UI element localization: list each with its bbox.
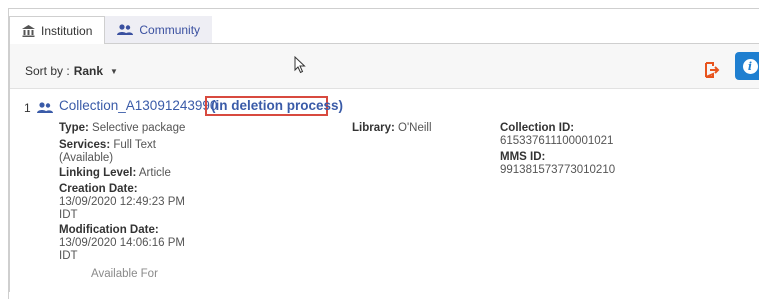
deletion-status: (in deletion process) bbox=[211, 98, 344, 113]
creation-value-2: IDT bbox=[59, 209, 78, 221]
tab-institution-label: Institution bbox=[41, 23, 93, 38]
services-label: Services: bbox=[59, 139, 111, 151]
tab-institution[interactable]: Institution bbox=[9, 16, 106, 44]
export-icon[interactable] bbox=[703, 61, 721, 79]
modification-label: Modification Date: bbox=[59, 224, 159, 236]
results-toolbar bbox=[10, 44, 759, 89]
modification-value-2: IDT bbox=[59, 250, 78, 262]
services-value-1: Full Text bbox=[113, 139, 156, 151]
creation-date-field: Creation Date: 13/09/2020 12:49:23 PM ID… bbox=[59, 183, 185, 222]
type-value: Selective package bbox=[92, 122, 186, 134]
linking-value: Article bbox=[138, 167, 171, 179]
mms-id-field: MMS ID: 991381573773010210 bbox=[500, 151, 615, 177]
info-icon: i bbox=[742, 58, 758, 74]
community-collection-icon bbox=[37, 102, 53, 113]
tab-community-label: Community bbox=[139, 23, 201, 37]
services-value-2: (Available) bbox=[59, 152, 114, 164]
services-field: Services: Full Text (Available) bbox=[59, 139, 156, 165]
collection-id-field: Collection ID: 615337611100001021 bbox=[500, 122, 613, 148]
tab-bar: Institution Community bbox=[9, 16, 213, 44]
type-field: Type: Selective package bbox=[59, 122, 185, 135]
info-button[interactable]: i bbox=[735, 52, 759, 80]
mouse-cursor-icon bbox=[294, 56, 306, 74]
modification-date-field: Modification Date: 13/09/2020 14:06:16 P… bbox=[59, 224, 185, 263]
institution-icon bbox=[22, 24, 35, 37]
available-for-label: Available For bbox=[91, 268, 158, 280]
sort-dropdown[interactable]: Sort by : Rank ▼ bbox=[25, 64, 118, 78]
library-value: O'Neill bbox=[398, 122, 432, 134]
linking-field: Linking Level: Article bbox=[59, 167, 171, 180]
modification-value-1: 13/09/2020 14:06:16 PM bbox=[59, 237, 185, 249]
creation-label: Creation Date: bbox=[59, 183, 138, 195]
mms-id-value: 991381573773010210 bbox=[500, 164, 616, 176]
caret-down-icon: ▼ bbox=[110, 66, 118, 76]
type-label: Type: bbox=[59, 122, 89, 134]
collection-id-value: 615337611100001021 bbox=[500, 135, 614, 147]
library-field: Library: O'Neill bbox=[352, 122, 432, 135]
library-label: Library: bbox=[352, 122, 395, 134]
tab-community[interactable]: Community bbox=[105, 16, 213, 44]
linking-label: Linking Level: bbox=[59, 167, 137, 179]
sort-prefix: Sort by : bbox=[25, 64, 70, 78]
collection-id-label: Collection ID: bbox=[500, 122, 575, 134]
collection-title-link[interactable]: Collection_A13091243990 bbox=[59, 98, 217, 113]
users-icon bbox=[117, 24, 134, 35]
mms-id-label: MMS ID: bbox=[500, 151, 546, 163]
result-number: 1 bbox=[24, 101, 31, 115]
creation-value-1: 13/09/2020 12:49:23 PM bbox=[59, 196, 185, 208]
sort-value: Rank bbox=[73, 64, 104, 78]
